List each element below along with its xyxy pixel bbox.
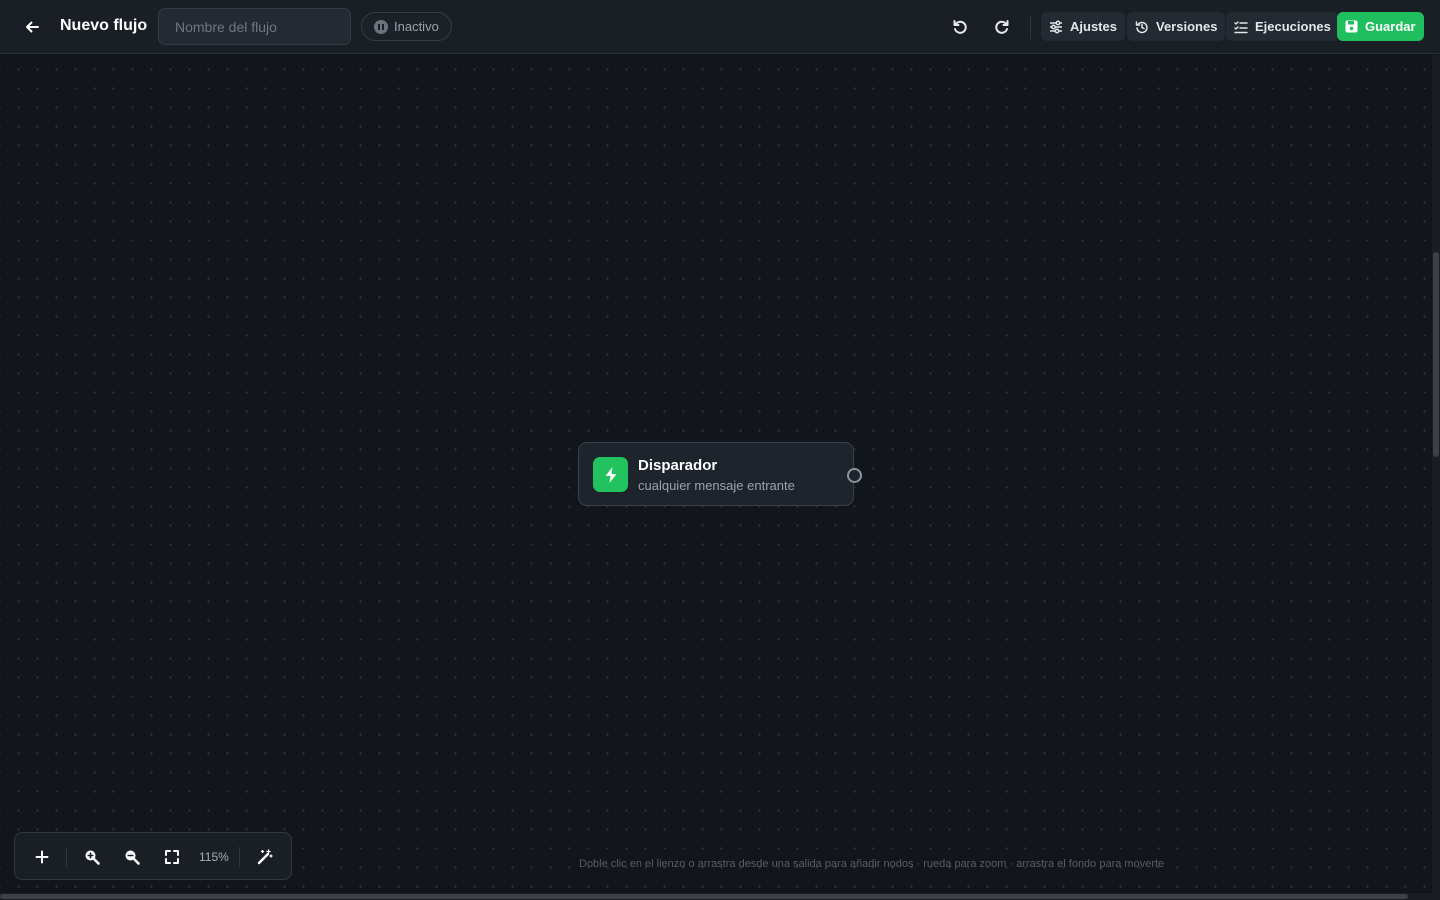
vertical-scrollbar[interactable] xyxy=(1432,55,1440,900)
auto-layout-button[interactable] xyxy=(253,845,277,869)
zoom-out-icon xyxy=(125,850,140,865)
zoom-level: 115% xyxy=(199,850,229,864)
executions-label: Ejecuciones xyxy=(1255,19,1331,34)
sliders-icon xyxy=(1050,20,1062,33)
list-checks-icon xyxy=(1234,20,1248,33)
top-bar: Nuevo flujo Inactivo Ajustes Ve xyxy=(0,0,1440,54)
canvas-hint: Doble clic en el lienzo o arrastra desde… xyxy=(579,858,1165,870)
magic-wand-icon xyxy=(257,849,273,865)
arrow-left-icon xyxy=(26,21,39,33)
save-button[interactable]: Guardar xyxy=(1337,12,1424,41)
back-button[interactable] xyxy=(20,15,44,39)
node-subtitle: cualquier mensaje entrante xyxy=(638,478,795,493)
node-title: Disparador xyxy=(638,457,718,474)
versions-label: Versiones xyxy=(1156,19,1218,34)
pause-circle-icon xyxy=(374,19,388,34)
fit-screen-icon xyxy=(165,850,179,864)
zoom-out-button[interactable] xyxy=(120,845,144,869)
toolbar-divider xyxy=(1030,15,1031,39)
redo-icon xyxy=(995,20,1009,34)
canvas-toolbar: 115% xyxy=(14,832,292,880)
horizontal-scrollbar-thumb[interactable] xyxy=(0,894,1408,899)
zoom-in-button[interactable] xyxy=(80,845,104,869)
flow-name-input[interactable] xyxy=(158,8,351,45)
fit-view-button[interactable] xyxy=(160,845,184,869)
status-toggle[interactable]: Inactivo xyxy=(361,12,452,41)
toolbar-divider xyxy=(239,847,240,867)
settings-label: Ajustes xyxy=(1070,19,1117,34)
save-label: Guardar xyxy=(1365,19,1416,34)
node-icon-badge xyxy=(593,457,628,492)
settings-button[interactable]: Ajustes xyxy=(1041,12,1125,41)
vertical-scrollbar-thumb[interactable] xyxy=(1433,252,1439,457)
redo-button[interactable] xyxy=(990,15,1014,39)
history-icon xyxy=(1135,20,1148,33)
plus-icon xyxy=(35,850,49,864)
save-icon xyxy=(1345,20,1358,33)
status-label: Inactivo xyxy=(394,19,439,34)
add-node-button[interactable] xyxy=(30,845,54,869)
lightning-bolt-icon xyxy=(605,466,616,483)
node-output-port[interactable] xyxy=(847,468,862,483)
undo-icon xyxy=(953,20,967,34)
versions-button[interactable]: Versiones xyxy=(1127,12,1226,41)
executions-button[interactable]: Ejecuciones xyxy=(1226,12,1339,41)
flow-node-trigger[interactable]: Disparador cualquier mensaje entrante xyxy=(578,442,862,506)
page-title: Nuevo flujo xyxy=(60,17,148,34)
zoom-in-icon xyxy=(85,850,100,865)
toolbar-divider xyxy=(66,847,67,867)
undo-button[interactable] xyxy=(948,15,972,39)
